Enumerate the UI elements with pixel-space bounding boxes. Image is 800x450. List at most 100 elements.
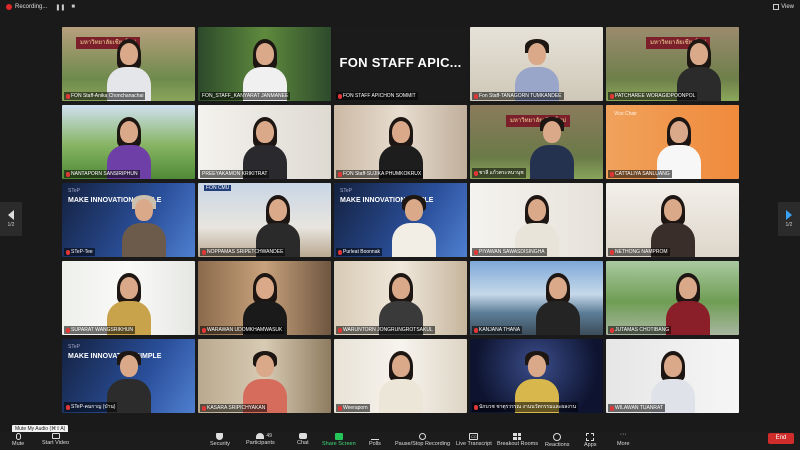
participant-name-placeholder: FON STAFF APIC... — [339, 55, 462, 70]
more-button[interactable]: ··· More — [617, 431, 630, 447]
participant-tile[interactable]: PREEYAKAMON KRIKITRAT — [198, 105, 331, 179]
recording-icon — [419, 433, 427, 440]
participant-tile[interactable]: Vice Chair CATTALIYA SANLUANG — [606, 105, 739, 179]
participant-name: Purleat Boonnak — [336, 248, 382, 256]
participant-tile[interactable]: WILAWAN TUANRAT — [606, 339, 739, 413]
security-button[interactable]: Security — [210, 433, 230, 447]
share-screen-icon — [334, 433, 343, 440]
pause-recording-icon[interactable]: ❚❚ — [55, 4, 65, 11]
live-transcript-button[interactable]: CC Live Transcript — [456, 433, 492, 447]
mic-muted-icon — [474, 170, 478, 176]
polls-button[interactable]: Polls — [369, 433, 381, 447]
video-camera-icon — [51, 433, 60, 439]
participant-tile[interactable]: WARUNTORN JONGRUNGROTSAKUL — [334, 261, 467, 335]
participant-video — [391, 195, 436, 257]
recording-label: Recording... — [15, 4, 48, 10]
apps-icon — [586, 433, 595, 441]
mic-muted-icon — [338, 249, 342, 255]
gallery-view: มหาวิทยาลัยเชียงใหม่ FON Staff-Anika Cho… — [62, 27, 739, 414]
view-label: View — [781, 4, 794, 10]
participant-tile[interactable]: FON_STAFF_KANYARAT JANMANEE — [198, 27, 331, 101]
pause-stop-recording-button[interactable]: Pause/Stop Recording — [395, 433, 450, 447]
participant-name: NETHONG NAMPROM — [608, 248, 670, 256]
next-page-button[interactable]: 1/2 — [778, 202, 800, 236]
mic-muted-icon — [338, 405, 342, 411]
participant-name: FON STAFF APICHON SOMMIT — [336, 92, 418, 100]
participant-name: FON Staff-Anika Chonchanachai — [64, 92, 146, 100]
recording-dot-icon — [6, 4, 12, 10]
participants-count: 49 — [266, 433, 272, 439]
mic-muted-icon — [66, 249, 70, 255]
participant-name: WARAWAN UDOMKHAMWASUK — [200, 326, 285, 334]
breakout-rooms-button[interactable]: Breakout Rooms — [497, 433, 538, 447]
participant-video — [530, 117, 575, 179]
end-meeting-button[interactable]: End — [768, 433, 794, 444]
participant-tile[interactable]: มหาวิทยาลัยเชียงใหม่ FON Staff-Anika Cho… — [62, 27, 195, 101]
participant-name: Fon Staff-TANAGORN TUMKANDEE — [472, 92, 564, 100]
more-icon: ··· — [619, 431, 627, 438]
mic-muted-icon — [610, 93, 614, 99]
start-video-button[interactable]: Start Video — [42, 433, 69, 446]
mic-muted-icon — [610, 405, 614, 411]
participant-name: FON Staff-SUJIKA PHUMKOKRUX — [336, 170, 424, 178]
participant-tile[interactable]: PIYAWAN SAWASDISINGHA — [470, 183, 603, 257]
mic-muted-icon — [202, 327, 206, 333]
participant-tile[interactable]: SUPARAT WANGSRIKHUN — [62, 261, 195, 335]
participant-name: CATTALIYA SANLUANG — [608, 170, 672, 178]
participant-name: PIYAWAN SAWASDISINGHA — [472, 248, 547, 256]
participant-name: FON_STAFF_KANYARAT JANMANEE — [200, 92, 291, 100]
mic-muted-icon — [338, 171, 342, 177]
page-indicator: 1/2 — [785, 222, 793, 228]
participant-tile[interactable]: STeP MAKE INNOVATION SIMPLE STeP-คมกาญ (… — [62, 339, 195, 413]
participant-tile[interactable]: NANTAPORN SANSIRIPHUN — [62, 105, 195, 179]
participant-name: STeP-Tee — [64, 248, 95, 256]
participant-name: JUTAMAS CHOTIBANG — [608, 326, 672, 334]
participant-tile[interactable]: KASARA SRIPICHYAKAN — [198, 339, 331, 413]
mic-muted-icon — [474, 327, 478, 333]
participants-button[interactable]: 49 Participants — [246, 433, 275, 446]
participant-name: WARUNTORN JONGRUNGROTSAKUL — [336, 326, 435, 334]
chat-icon — [298, 433, 307, 439]
participant-video — [535, 273, 580, 335]
previous-page-button[interactable]: 1/2 — [0, 202, 22, 236]
mic-muted-icon — [202, 405, 206, 411]
participant-tile[interactable]: Fon Staff-TANAGORN TUMKANDEE — [470, 27, 603, 101]
participant-tile[interactable]: KANJANA THANA — [470, 261, 603, 335]
polls-icon — [370, 433, 379, 440]
participant-tile[interactable]: นักบวช ชาตุรวรรณ งานนวัตกรรมและผลงาน — [470, 339, 603, 413]
chevron-left-icon — [8, 210, 14, 220]
mic-muted-icon — [474, 93, 478, 99]
reactions-icon — [553, 433, 562, 441]
participant-video — [378, 351, 423, 413]
view-button[interactable]: View — [773, 4, 794, 10]
participant-tile[interactable]: NETHONG NAMPROM — [606, 183, 739, 257]
shield-icon — [216, 433, 224, 440]
participant-name: PREEYAKAMON KRIKITRAT — [200, 170, 270, 178]
share-screen-button[interactable]: Share Screen — [322, 433, 356, 447]
stop-recording-icon[interactable]: ■ — [71, 4, 75, 10]
apps-button[interactable]: Apps — [584, 433, 597, 448]
mic-muted-icon — [474, 404, 478, 410]
step-logo: STeP — [68, 188, 80, 194]
participant-tile[interactable]: มหาวิทยาลัยเชียงใหม่ ชาลี แก้วตระหนานุช — [470, 105, 603, 179]
meeting-toolbar: Mute Start Video Security 49 Participant… — [0, 431, 800, 450]
top-bar: Recording... ❚❚ ■ View — [0, 0, 800, 14]
participant-tile-active-speaker[interactable]: STeP MAKE INNOVATION SIMPLE Purleat Boon… — [334, 183, 467, 257]
participant-tile[interactable]: Weeraporn — [334, 339, 467, 413]
chat-button[interactable]: Chat — [297, 433, 309, 446]
reactions-button[interactable]: Reactions — [545, 433, 569, 448]
participant-tile[interactable]: FON STAFF APIC... FON STAFF APICHON SOMM… — [334, 27, 467, 101]
mic-muted-icon — [202, 249, 206, 255]
mute-button[interactable]: Mute — [12, 433, 24, 447]
participant-tile[interactable]: JUTAMAS CHOTIBANG — [606, 261, 739, 335]
mic-muted-icon — [610, 249, 614, 255]
page-indicator: 1/2 — [7, 222, 15, 228]
closed-caption-icon: CC — [469, 433, 479, 440]
participant-tile[interactable]: มหาวิทยาลัยเชียงใหม่ PATCHAREE WORAGIDPO… — [606, 27, 739, 101]
mic-muted-icon — [66, 327, 70, 333]
participant-name: KASARA SRIPICHYAKAN — [200, 404, 268, 412]
participant-tile[interactable]: FON Staff-SUJIKA PHUMKOKRUX — [334, 105, 467, 179]
participant-tile[interactable]: WARAWAN UDOMKHAMWASUK — [198, 261, 331, 335]
participant-tile[interactable]: FON CMU NOPPAMAS SRIPETCHWANDEE — [198, 183, 331, 257]
participant-tile[interactable]: STeP MAKE INNOVATION SIMPLE STeP-Tee — [62, 183, 195, 257]
